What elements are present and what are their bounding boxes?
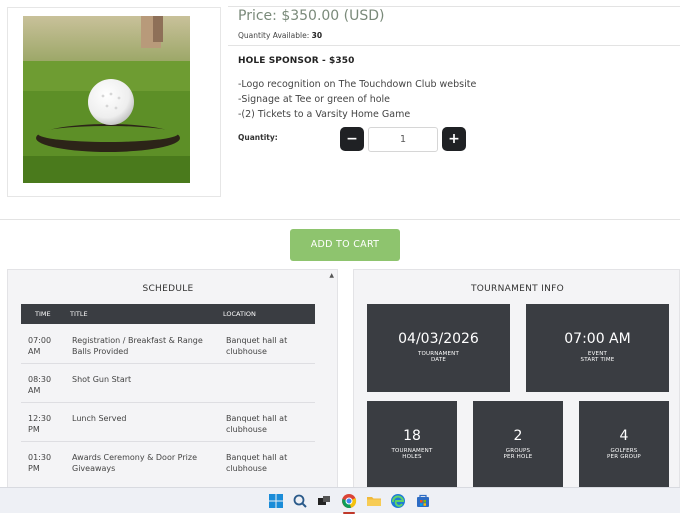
groups-per-hole-value: 2 [513,428,523,444]
event-start-label: EVENT START TIME [580,351,615,363]
taskbar [0,487,680,514]
schedule-title: SCHEDULE [142,284,194,294]
golfers-per-group-tile: 4 GOLFERS PER GROUP [579,401,669,487]
time-cell: 07:00 AM [28,336,52,356]
event-start-value: 07:00 AM [564,331,631,347]
quantity-available-label: Quantity Available: [238,31,310,40]
search-icon[interactable] [292,493,308,509]
table-row: 01:30 PM Awards Ceremony & Door Prize Give… [21,442,315,481]
edge-icon[interactable] [390,493,406,509]
benefit-line: -(2) Tickets to a Varsity Home Game [238,109,411,120]
quantity-available: Quantity Available: 30 [238,31,322,40]
tournament-info-panel: TOURNAMENT INFO 04/03/2026 TOURNAMENT DAT… [353,269,680,487]
file-explorer-icon[interactable] [366,493,382,509]
product-title: HOLE SPONSOR - $350 [238,56,355,66]
quantity-input[interactable]: 1 [368,127,438,152]
tournament-holes-label: TOURNAMENT HOLES [391,448,433,460]
chrome-icon[interactable] [341,493,357,514]
task-view-icon[interactable] [316,493,332,509]
product-description: -Logo recognition on The Touchdown Club … [238,77,476,122]
golfers-per-group-value: 4 [619,428,629,444]
column-header-title: TITLE [70,310,88,318]
time-cell: 01:30 PM [28,453,52,473]
product-price: Price: $350.00 (USD) [238,8,385,24]
schedule-table-header: TIME TITLE LOCATION [21,304,315,324]
tournament-date-label: TOURNAMENT DATE [417,351,460,363]
title-cell: Lunch Served [72,414,127,423]
quantity-label: Quantity: [238,133,278,142]
golf-ball-image [23,16,190,183]
tournament-holes-value: 18 [403,428,421,444]
increment-button[interactable]: + [442,127,466,151]
store-icon[interactable] [415,493,431,509]
groups-per-hole-tile: 2 GROUPS PER HOLE [473,401,563,487]
title-cell: Shot Gun Start [72,375,132,384]
location-cell: Banquet hall at clubhouse [226,453,288,473]
schedule-panel: ▲ SCHEDULE TIME TITLE LOCATION 07:00 AM R… [7,269,338,487]
windows-start-icon[interactable] [268,493,284,509]
tournament-date-tile: 04/03/2026 TOURNAMENT DATE [367,304,510,392]
product-page: Price: $350.00 (USD) Quantity Available:… [0,0,680,487]
tournament-date-value: 04/03/2026 [398,331,479,347]
table-row: 12:30 PM Lunch Served Banquet hall at club… [21,403,315,442]
golfers-per-group-label: GOLFERS PER GROUP [607,448,641,460]
time-cell: 08:30 AM [28,375,52,395]
location-cell: Banquet hall at clubhouse [226,414,288,434]
tournament-holes-tile: 18 TOURNAMENT HOLES [367,401,457,487]
add-to-cart-button[interactable]: ADD TO CART [290,229,400,261]
decrement-button[interactable]: − [340,127,364,151]
title-cell: Registration / Breakfast & Range Balls Pr… [72,336,203,356]
title-cell: Awards Ceremony & Door Prize Giveaways [72,453,197,473]
divider [228,45,680,46]
quantity-available-value: 30 [311,31,323,40]
divider [228,6,680,7]
benefit-line: -Logo recognition on The Touchdown Club … [238,79,477,90]
divider [0,219,680,220]
scroll-up-arrow-icon[interactable]: ▲ [329,272,334,279]
time-cell: 12:30 PM [28,414,52,434]
table-row: 08:30 AM Shot Gun Start [21,364,315,403]
column-header-location: LOCATION [223,310,256,318]
table-row: 07:00 AM Registration / Breakfast & Range… [21,325,315,364]
event-start-tile: 07:00 AM EVENT START TIME [526,304,669,392]
benefit-line: -Signage at Tee or green of hole [238,94,391,105]
column-header-time: TIME [35,310,51,318]
tournament-info-title: TOURNAMENT INFO [470,284,564,294]
groups-per-hole-label: GROUPS PER HOLE [503,448,533,460]
location-cell: Banquet hall at clubhouse [226,336,288,356]
